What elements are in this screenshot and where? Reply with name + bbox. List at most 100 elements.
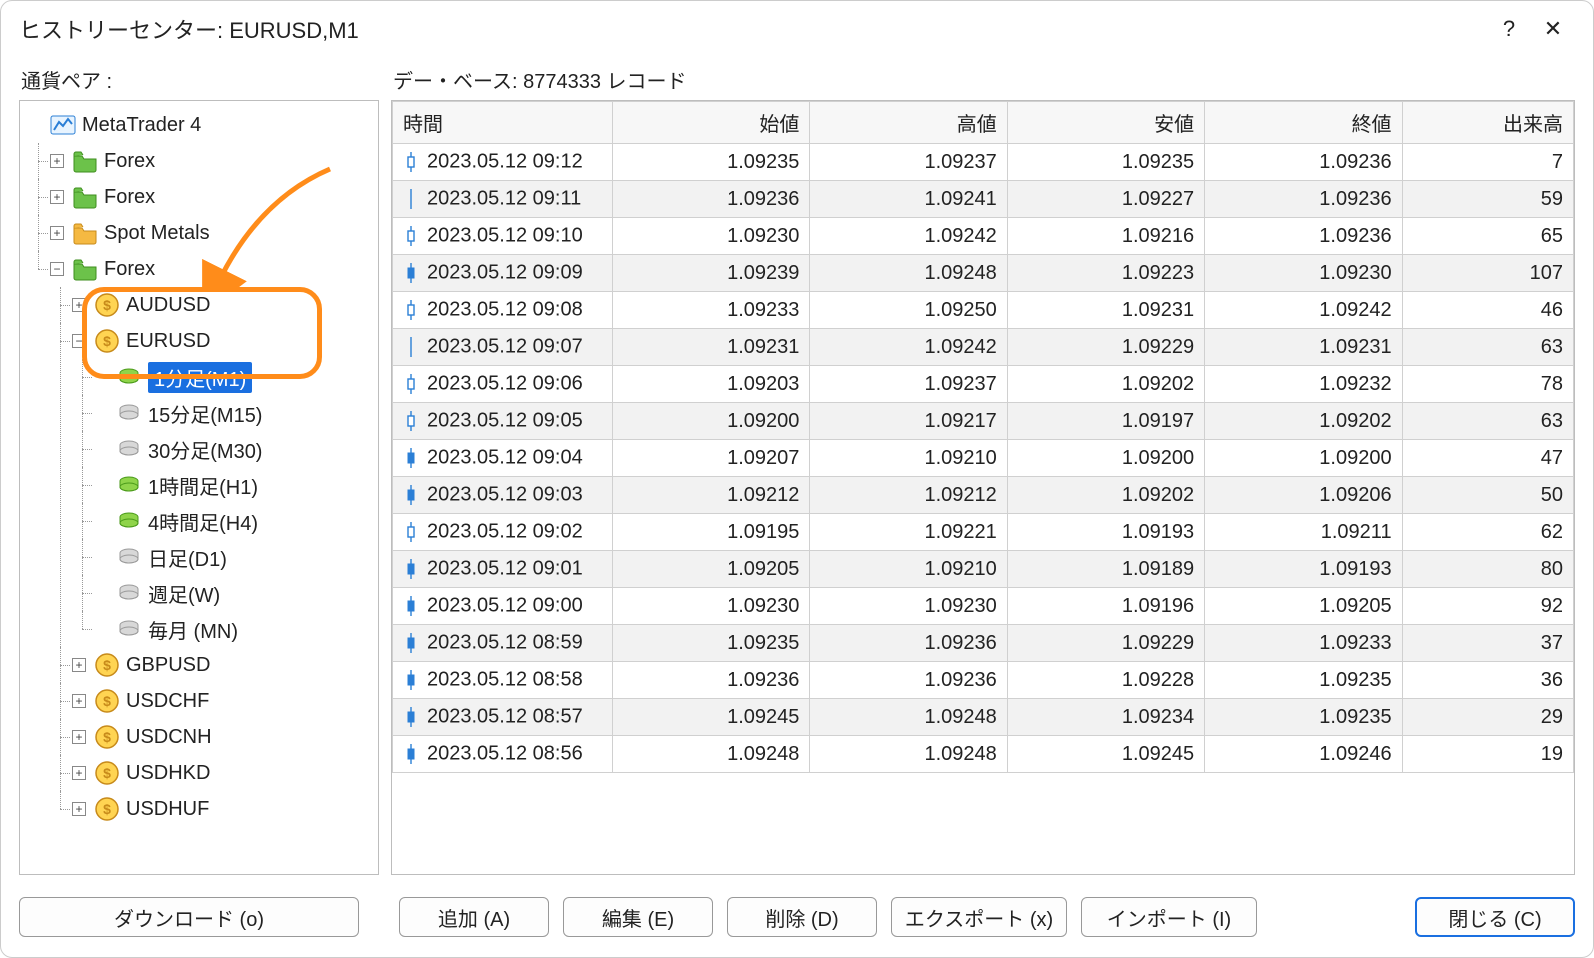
cell-o: 1.09235 xyxy=(613,625,810,662)
tree-symbol[interactable]: +$USDCHF xyxy=(72,683,374,719)
tree-expander[interactable]: + xyxy=(72,766,86,780)
tree-label: Forex xyxy=(104,150,155,173)
tree-expander[interactable]: − xyxy=(72,334,86,348)
tree-timeframe[interactable]: 4時間足(H4) xyxy=(94,503,374,539)
add-button[interactable]: 追加 (A) xyxy=(399,897,549,937)
cell-l: 1.09231 xyxy=(1007,292,1204,329)
tree-timeframe[interactable]: 日足(D1) xyxy=(94,539,374,575)
cell-v: 78 xyxy=(1402,366,1573,403)
tree-group[interactable]: − Forex xyxy=(50,251,374,287)
column-header[interactable]: 始値 xyxy=(613,102,810,144)
tree-symbol-selected[interactable]: −$EURUSD xyxy=(72,323,374,359)
column-header[interactable]: 安値 xyxy=(1007,102,1204,144)
tree-symbol[interactable]: +$USDHUF xyxy=(72,791,374,827)
tree-expander[interactable]: + xyxy=(72,730,86,744)
table-row[interactable]: 2023.05.12 09:091.092391.092481.092231.0… xyxy=(393,255,1574,292)
table-row[interactable]: 2023.05.12 09:101.092301.092421.092161.0… xyxy=(393,218,1574,255)
tree-timeframe[interactable]: 15分足(M15) xyxy=(94,395,374,431)
table-row[interactable]: 2023.05.12 08:561.092481.092481.092451.0… xyxy=(393,736,1574,773)
cell-v: 47 xyxy=(1402,440,1573,477)
cell-v: 62 xyxy=(1402,514,1573,551)
tree-label: Forex xyxy=(104,258,155,281)
tree-timeframe[interactable]: 毎月 (MN) xyxy=(94,611,374,647)
tree-symbol[interactable]: +$USDCNH xyxy=(72,719,374,755)
table-row[interactable]: 2023.05.12 08:571.092451.092481.092341.0… xyxy=(393,699,1574,736)
export-button[interactable]: エクスポート (x) xyxy=(891,897,1067,937)
cell-v: 46 xyxy=(1402,292,1573,329)
cell-o: 1.09195 xyxy=(613,514,810,551)
tree-expander[interactable]: + xyxy=(72,694,86,708)
tree-expander[interactable]: + xyxy=(72,658,86,672)
download-button[interactable]: ダウンロード (o) xyxy=(19,897,359,937)
cell-o: 1.09203 xyxy=(613,366,810,403)
tree-expander[interactable]: + xyxy=(72,298,86,312)
history-table-container[interactable]: 時間始値高値安値終値出来高 2023.05.12 09:121.092351.0… xyxy=(391,100,1575,875)
table-row[interactable]: 2023.05.12 09:111.092361.092411.092271.0… xyxy=(393,181,1574,218)
table-row[interactable]: 2023.05.12 09:001.092301.092301.091961.0… xyxy=(393,588,1574,625)
svg-text:$: $ xyxy=(103,765,111,781)
tree-expander[interactable]: + xyxy=(50,190,64,204)
delete-button[interactable]: 削除 (D) xyxy=(727,897,877,937)
table-row[interactable]: 2023.05.12 09:121.092351.092371.092351.0… xyxy=(393,144,1574,181)
table-row[interactable]: 2023.05.12 09:051.092001.092171.091971.0… xyxy=(393,403,1574,440)
table-row[interactable]: 2023.05.12 09:011.092051.092101.091891.0… xyxy=(393,551,1574,588)
tree-expander[interactable]: + xyxy=(72,802,86,816)
folder-icon xyxy=(72,220,98,246)
cell-l: 1.09223 xyxy=(1007,255,1204,292)
currency-icon: $ xyxy=(94,652,120,678)
candle-icon xyxy=(403,150,419,174)
tree-root-node[interactable]: MetaTrader 4 xyxy=(28,107,374,143)
cell-v: 59 xyxy=(1402,181,1573,218)
timeframe-icon xyxy=(116,616,142,642)
tree-timeframe[interactable]: 週足(W) xyxy=(94,575,374,611)
table-row[interactable]: 2023.05.12 09:021.091951.092211.091931.0… xyxy=(393,514,1574,551)
tree-group[interactable]: + Forex xyxy=(50,143,374,179)
cell-c: 1.09211 xyxy=(1205,514,1402,551)
cell-h: 1.09237 xyxy=(810,366,1007,403)
cell-h: 1.09230 xyxy=(810,588,1007,625)
candle-icon xyxy=(403,224,419,248)
column-header[interactable]: 時間 xyxy=(393,102,613,144)
symbol-tree[interactable]: MetaTrader 4 + Forex + Forex +Spot Metals− For… xyxy=(19,100,379,875)
table-row[interactable]: 2023.05.12 08:581.092361.092361.092281.0… xyxy=(393,662,1574,699)
tree-expander xyxy=(94,622,108,636)
tree-symbol[interactable]: +$USDHKD xyxy=(72,755,374,791)
cell-time: 2023.05.12 09:11 xyxy=(393,181,613,218)
cell-c: 1.09236 xyxy=(1205,144,1402,181)
close-button[interactable]: 閉じる (C) xyxy=(1415,897,1575,937)
tree-timeframe[interactable]: 1分足(M1) xyxy=(94,359,374,395)
tree-expander[interactable]: − xyxy=(50,262,64,276)
tree-label: 1時間足(H1) xyxy=(148,471,258,500)
tree-expander[interactable]: + xyxy=(50,226,64,240)
tree-timeframe[interactable]: 1時間足(H1) xyxy=(94,467,374,503)
table-row[interactable]: 2023.05.12 09:041.092071.092101.092001.0… xyxy=(393,440,1574,477)
timeframe-icon xyxy=(116,364,142,390)
column-header[interactable]: 出来高 xyxy=(1402,102,1573,144)
tree-symbol[interactable]: + $ GBPUSD xyxy=(72,647,374,683)
table-row[interactable]: 2023.05.12 09:081.092331.092501.092311.0… xyxy=(393,292,1574,329)
cell-o: 1.09248 xyxy=(613,736,810,773)
tree-expander[interactable]: + xyxy=(50,154,64,168)
table-row[interactable]: 2023.05.12 09:071.092311.092421.092291.0… xyxy=(393,329,1574,366)
close-window-button[interactable]: ✕ xyxy=(1531,16,1575,42)
help-button[interactable]: ? xyxy=(1487,16,1531,42)
timeframe-icon xyxy=(116,472,142,498)
candle-icon xyxy=(403,520,419,544)
folder-icon xyxy=(72,148,98,174)
tree-label: GBPUSD xyxy=(126,654,210,677)
cell-c: 1.09235 xyxy=(1205,699,1402,736)
table-row[interactable]: 2023.05.12 08:591.092351.092361.092291.0… xyxy=(393,625,1574,662)
table-row[interactable]: 2023.05.12 09:031.092121.092121.092021.0… xyxy=(393,477,1574,514)
tree-timeframe[interactable]: 30分足(M30) xyxy=(94,431,374,467)
cell-l: 1.09189 xyxy=(1007,551,1204,588)
tree-symbol[interactable]: +$AUDUSD xyxy=(72,287,374,323)
edit-button[interactable]: 編集 (E) xyxy=(563,897,713,937)
column-header[interactable]: 高値 xyxy=(810,102,1007,144)
import-button[interactable]: インポート (I) xyxy=(1081,897,1257,937)
tree-group[interactable]: +Forex xyxy=(50,179,374,215)
cell-h: 1.09242 xyxy=(810,329,1007,366)
table-row[interactable]: 2023.05.12 09:061.092031.092371.092021.0… xyxy=(393,366,1574,403)
column-header[interactable]: 終値 xyxy=(1205,102,1402,144)
tree-group[interactable]: +Spot Metals xyxy=(50,215,374,251)
cell-c: 1.09236 xyxy=(1205,181,1402,218)
